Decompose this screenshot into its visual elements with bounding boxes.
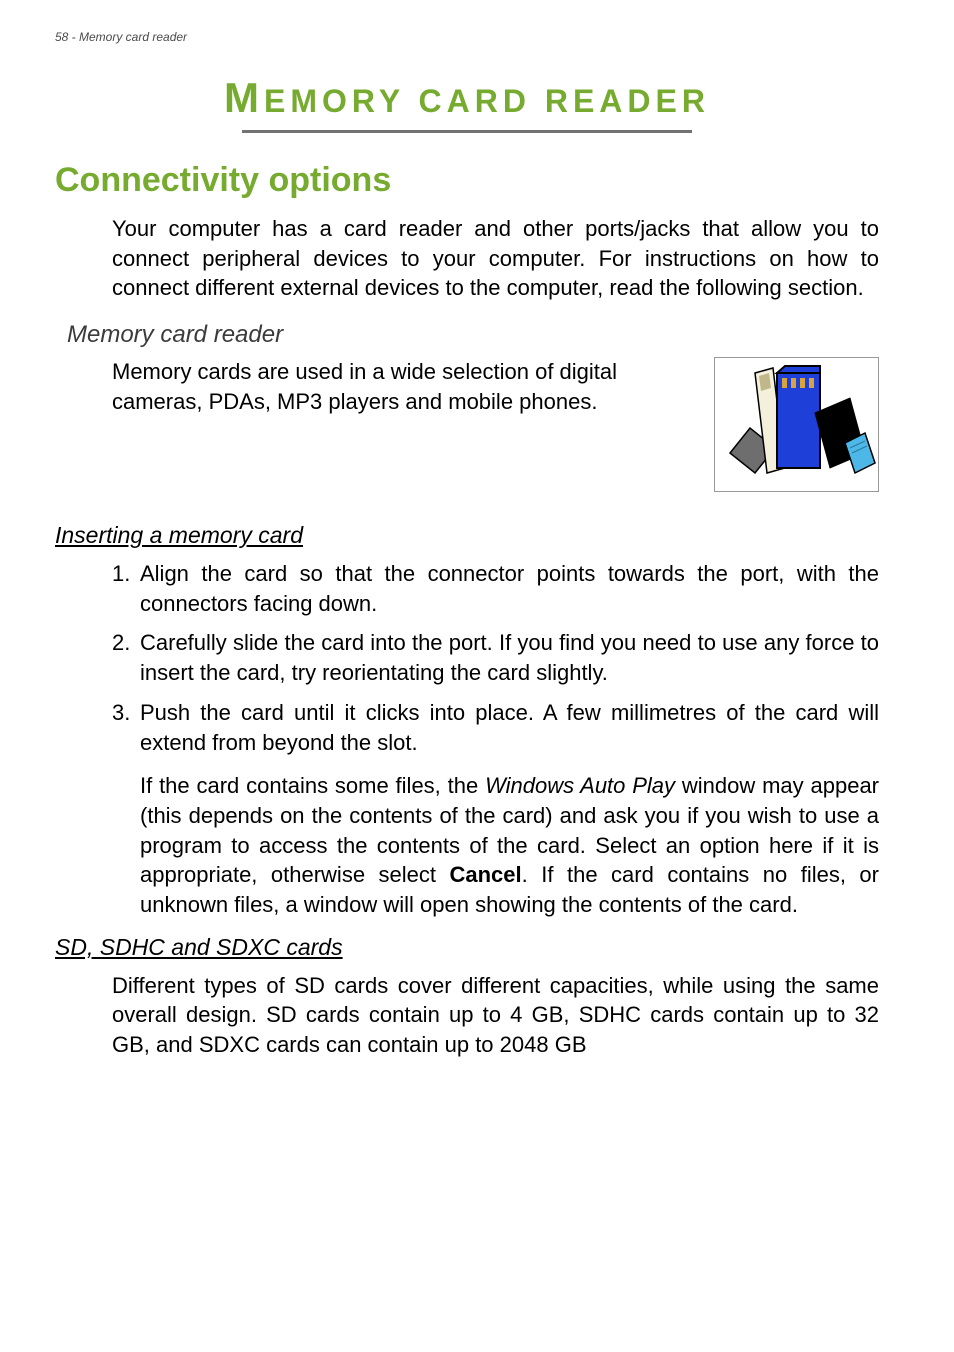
list-item: 2. Carefully slide the card into the por… (112, 628, 879, 687)
note-prefix: If the card contains some files, the (140, 773, 485, 798)
page-header: 58 - Memory card reader (55, 30, 879, 44)
page-title: MEMORY CARD READER (55, 74, 879, 122)
title-underline (242, 130, 692, 133)
memory-cards-illustration (714, 357, 879, 492)
inserting-steps-list: 1. Align the card so that the connector … (112, 559, 879, 757)
inserting-card-heading: Inserting a memory card (55, 522, 879, 549)
list-item: 1. Align the card so that the connector … (112, 559, 879, 618)
section-heading-connectivity: Connectivity options (55, 161, 879, 200)
list-number: 3. (112, 698, 140, 757)
memory-card-text: Memory cards are used in a wide selectio… (112, 357, 704, 416)
list-number: 2. (112, 628, 140, 687)
list-number: 1. (112, 559, 140, 618)
title-rest: EMORY CARD READER (264, 83, 710, 119)
cancel-text: Cancel (450, 862, 522, 887)
list-text: Push the card until it clicks into place… (140, 698, 879, 757)
list-item: 3. Push the card until it clicks into pl… (112, 698, 879, 757)
sd-cards-heading: SD, SDHC and SDXC cards (55, 934, 879, 961)
windows-autoplay-text: Windows Auto Play (485, 773, 675, 798)
memory-card-reader-heading: Memory card reader (67, 321, 879, 349)
intro-paragraph: Your computer has a card reader and othe… (112, 214, 879, 303)
list-text: Carefully slide the card into the port. … (140, 628, 879, 687)
list-text: Align the card so that the connector poi… (140, 559, 879, 618)
autoplay-note: If the card contains some files, the Win… (140, 771, 879, 919)
sd-cards-text: Different types of SD cards cover differ… (112, 971, 879, 1060)
title-first-letter: M (224, 74, 264, 121)
